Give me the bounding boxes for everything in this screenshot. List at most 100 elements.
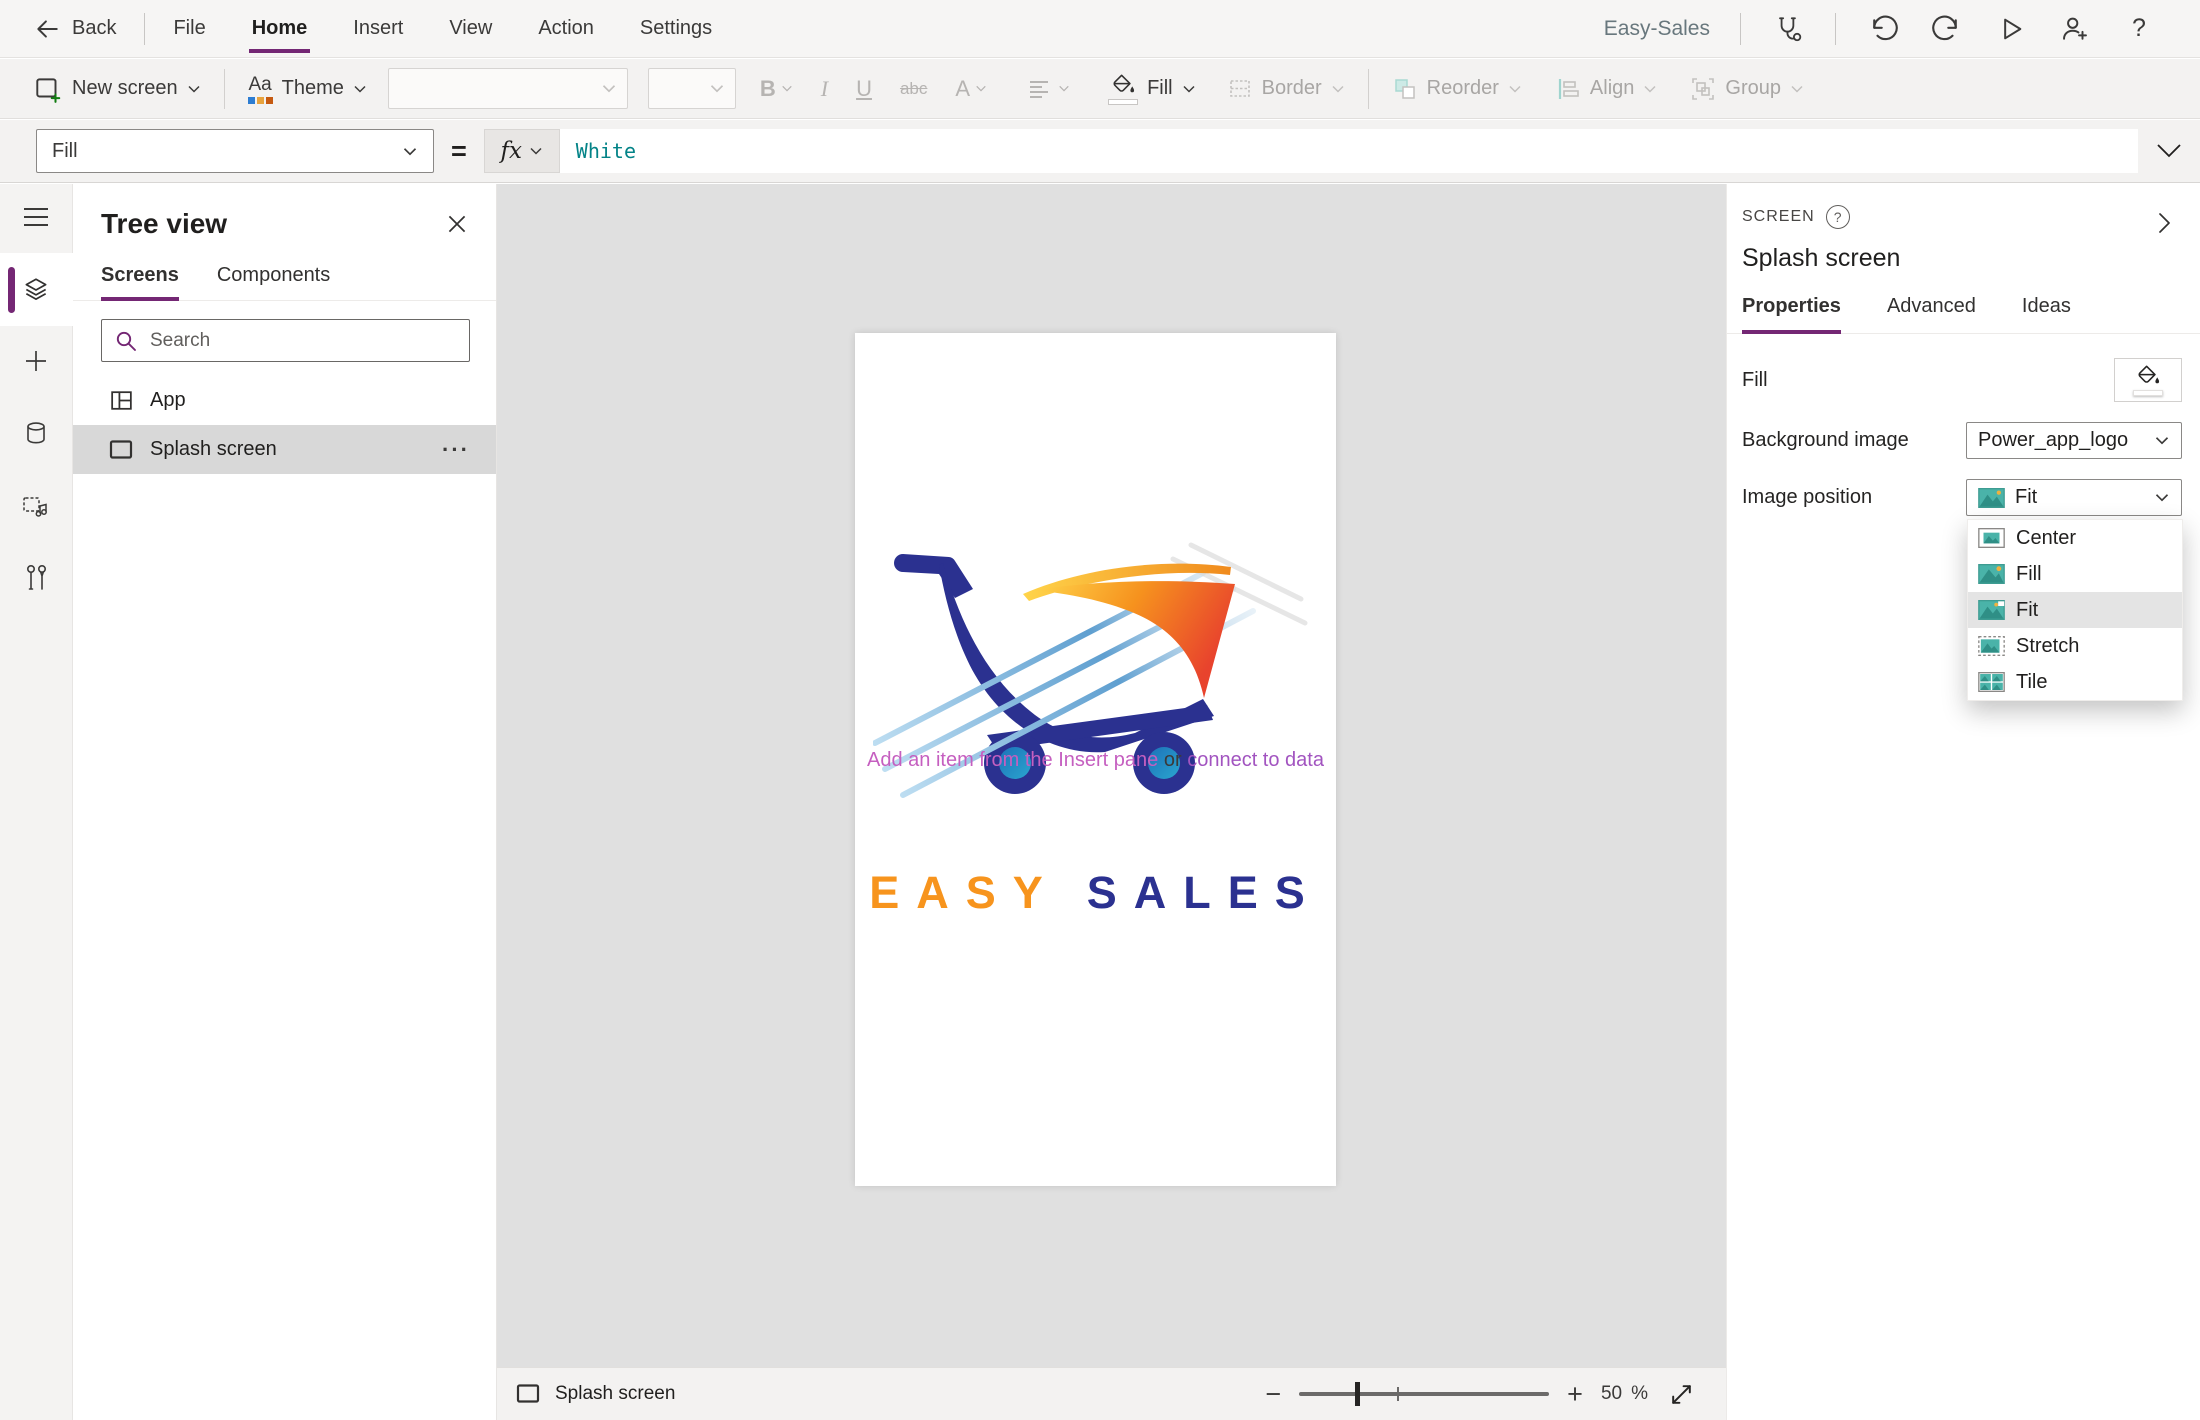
item-ellipsis-icon[interactable]: ··· [442,437,470,463]
chevron-down-icon [710,85,723,93]
back-label: Back [72,17,117,39]
insert-plus-icon[interactable] [14,339,58,383]
toolbar-divider [223,68,225,109]
formula-expand-button[interactable] [2138,143,2200,159]
dropdown-option-fit[interactable]: Fit [1968,592,2182,628]
help-circle-icon[interactable]: ? [1825,205,1850,229]
zoom-slider-handle[interactable] [1355,1382,1361,1406]
tab-advanced[interactable]: Advanced [1887,295,1976,334]
insert-pane-link[interactable]: Add an item from the Insert pane [867,749,1158,771]
property-row-fill: Fill [1742,358,2182,402]
screen-icon [516,1384,540,1403]
tree-item-splash-screen[interactable]: Splash screen ··· [73,425,496,474]
search-input[interactable] [150,329,457,352]
paint-bucket-icon [2138,365,2160,384]
zoom-out-button[interactable]: − [1265,1380,1281,1408]
menu-right: Easy-Sales ? [1604,0,2200,57]
toolbar-divider [1367,68,1369,109]
dropdown-option-center[interactable]: Center [1968,520,2182,556]
canvas-placeholder-text: Add an item from the Insert pane or conn… [867,749,1324,771]
advanced-tools-icon[interactable] [14,556,58,600]
fill-button[interactable]: Fill [1108,73,1196,105]
align-button[interactable]: Align [1555,76,1657,102]
fx-button[interactable]: fx [483,129,560,173]
font-family-select[interactable] [387,68,628,109]
menu-view[interactable]: View [449,0,492,58]
image-position-select[interactable]: Fit Center Fill Fit Stretch Tile [1966,479,2183,701]
ribbon-toolbar: New screen Aa Theme B I U abc A Fill Bor… [0,59,2200,119]
share-user-icon[interactable] [2058,9,2092,49]
italic-button[interactable]: I [821,76,828,102]
zoom-value: 50 % [1600,1383,1648,1404]
font-color-button[interactable]: A [955,76,987,102]
theme-button[interactable]: Aa Theme [247,74,367,104]
search-icon [116,331,136,351]
app-icon [111,391,132,410]
undo-icon[interactable] [1866,9,1900,49]
formula-input[interactable]: White [559,129,2138,173]
tree-item-app[interactable]: App [73,376,496,425]
reorder-button[interactable]: Reorder [1392,76,1522,102]
fill-color-button[interactable] [2114,358,2182,402]
data-sources-icon[interactable] [14,411,58,455]
border-button[interactable]: Border [1227,77,1345,101]
fill-image-icon [1978,564,2005,584]
zoom-slider[interactable] [1299,1382,1550,1406]
chevron-down-icon [976,85,986,92]
top-menu-bar: Back File Home Insert View Action Settin… [0,0,2200,58]
zoom-in-button[interactable]: + [1567,1380,1583,1408]
menu-action[interactable]: Action [538,0,594,58]
property-select[interactable]: Fill [36,129,434,173]
tab-screens[interactable]: Screens [101,264,179,301]
group-icon [1692,77,1715,100]
back-arrow-icon [37,19,58,38]
tab-components[interactable]: Components [217,264,330,301]
font-size-select[interactable] [647,68,736,109]
menu-divider [144,12,146,45]
search-box[interactable] [101,319,470,362]
hamburger-menu-icon[interactable] [14,195,58,239]
dropdown-option-tile[interactable]: Tile [1968,664,2182,700]
image-position-dropdown: Center Fill Fit Stretch Tile [1967,519,2183,701]
menu-home[interactable]: Home [248,0,310,58]
menu-settings[interactable]: Settings [640,0,712,58]
text-align-button[interactable] [1027,78,1070,100]
app-checker-icon[interactable] [1771,9,1805,49]
text-align-icon [1030,80,1049,98]
help-icon[interactable]: ? [2122,9,2156,49]
equals-sign: = [451,135,467,166]
tree-view-icon[interactable] [14,268,58,312]
tree-view-tabs: Screens Components [73,264,496,301]
canvas-area[interactable]: Add an item from the Insert pane or conn… [497,184,1726,1420]
collapse-panel-icon[interactable] [2152,208,2176,238]
canvas-status-bar: Splash screen − + 50 % [497,1367,1726,1420]
tab-properties[interactable]: Properties [1742,295,1841,334]
group-button[interactable]: Group [1690,76,1804,102]
chevron-down-icon [1509,85,1521,93]
splash-screen-canvas[interactable]: Add an item from the Insert pane or conn… [855,333,1336,1186]
menu-file[interactable]: File [173,0,205,58]
media-icon[interactable] [14,484,58,528]
tab-ideas[interactable]: Ideas [2022,295,2071,334]
connect-to-data-link[interactable]: connect to data [1187,749,1324,771]
dropdown-option-fill[interactable]: Fill [1968,556,2182,592]
properties-panel: SCREEN ? Splash screen Properties Advanc… [1726,184,2200,1420]
chevron-down-icon [602,85,615,93]
new-screen-icon [36,77,61,103]
fit-to-window-icon[interactable] [1666,1374,1696,1414]
menu-insert[interactable]: Insert [353,0,403,58]
dropdown-option-stretch[interactable]: Stretch [1968,628,2182,664]
redo-icon[interactable] [1930,9,1964,49]
close-icon[interactable] [444,211,470,237]
back-button[interactable]: Back [34,16,116,42]
play-preview-icon[interactable] [1994,9,2028,49]
background-image-select[interactable]: Power_app_logo [1966,422,2182,459]
new-screen-button[interactable]: New screen [33,74,201,104]
chevron-down-icon [188,85,200,93]
bold-button[interactable]: B [760,76,793,102]
menu-left: Back File Home Insert View Action Settin… [0,0,758,57]
chevron-down-icon [1332,85,1344,93]
panel-kind-label: SCREEN [1742,208,1815,225]
underline-button[interactable]: U [856,76,872,102]
strikethrough-button[interactable]: abc [900,79,927,99]
